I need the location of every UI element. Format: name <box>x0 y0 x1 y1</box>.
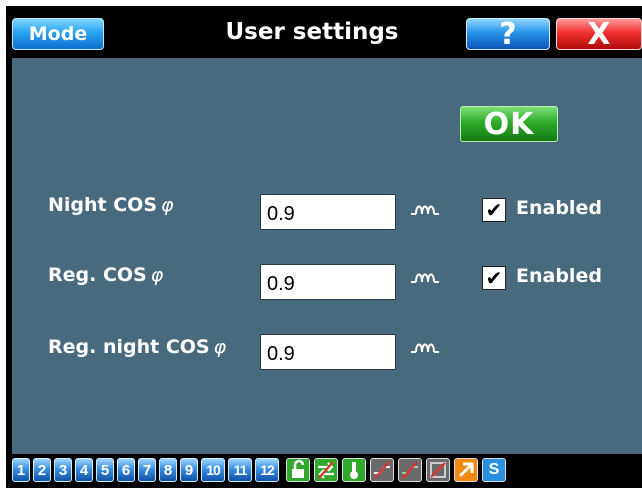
unlock-icon <box>292 459 305 478</box>
channel-button-8[interactable]: 8 <box>159 458 177 482</box>
thermometer-icon <box>350 462 358 479</box>
arrows-swap-icon <box>318 461 334 479</box>
reg-cos-input[interactable]: 0.9 <box>260 264 396 300</box>
channel-button-7[interactable]: 7 <box>138 458 156 482</box>
channel-button-2[interactable]: 2 <box>33 458 51 482</box>
channel-button-9[interactable]: 9 <box>180 458 198 482</box>
swap-button[interactable] <box>314 458 338 482</box>
night-cos-enabled-label: Enabled <box>516 197 602 219</box>
night-cos-label: Night COS φ <box>48 194 174 216</box>
disconnect-button-2[interactable] <box>398 458 422 482</box>
channel-button-3[interactable]: 3 <box>54 458 72 482</box>
temperature-button[interactable] <box>342 458 366 482</box>
window-title: User settings <box>225 19 399 45</box>
title-bar: Mode User settings ? X <box>12 14 642 56</box>
disabled-icon <box>430 462 446 478</box>
help-button[interactable]: ? <box>466 17 550 52</box>
reg-cos-enabled-checkbox[interactable]: ✔ <box>482 266 506 290</box>
channel-button-11[interactable]: 11 <box>228 458 252 482</box>
coil-icon <box>411 273 439 283</box>
disabled-button[interactable] <box>426 458 450 482</box>
night-cos-enabled-checkbox[interactable]: ✔ <box>482 198 506 222</box>
phi-symbol: φ <box>213 336 227 358</box>
night-cos-input[interactable]: 0.9 <box>260 194 396 230</box>
channel-button-1[interactable]: 1 <box>12 458 30 482</box>
s-button[interactable]: S <box>482 458 506 482</box>
reg-cos-enabled-label: Enabled <box>516 265 602 287</box>
unlock-button[interactable] <box>286 458 310 482</box>
channel-button-5[interactable]: 5 <box>96 458 114 482</box>
channel-button-6[interactable]: 6 <box>117 458 135 482</box>
settings-panel: OK Night COS φ 0.9 ✔ Enabled Reg. COS φ 0.… <box>12 58 642 454</box>
night-cos-label-text: Night COS <box>48 194 158 216</box>
reg-night-cos-label: Reg. night COS φ <box>48 336 226 358</box>
ok-button[interactable]: OK <box>460 106 558 142</box>
disconnect-icon <box>374 461 390 479</box>
reg-cos-label: Reg. COS φ <box>48 264 163 286</box>
reg-night-cos-input[interactable]: 0.9 <box>260 334 396 370</box>
phi-symbol: φ <box>150 264 164 286</box>
disconnect-icon <box>402 461 418 479</box>
channel-button-12[interactable]: 12 <box>255 458 279 482</box>
arrow-up-right-icon <box>458 462 474 478</box>
s-icon: S <box>488 461 500 478</box>
close-button[interactable]: X <box>556 17 642 52</box>
phi-symbol: φ <box>161 194 174 216</box>
mode-button[interactable]: Mode <box>12 18 104 50</box>
reg-cos-label-text: Reg. COS <box>48 264 147 286</box>
bottom-toolbar: 1 2 3 4 5 6 7 8 9 10 11 12 S <box>6 454 642 488</box>
disconnect-button-1[interactable] <box>370 458 394 482</box>
reg-night-cos-label-text: Reg. night COS <box>48 336 210 358</box>
channel-button-4[interactable]: 4 <box>75 458 93 482</box>
coil-icon <box>411 205 439 215</box>
channel-button-10[interactable]: 10 <box>201 458 225 482</box>
export-button[interactable] <box>454 458 478 482</box>
coil-icon <box>411 343 439 353</box>
